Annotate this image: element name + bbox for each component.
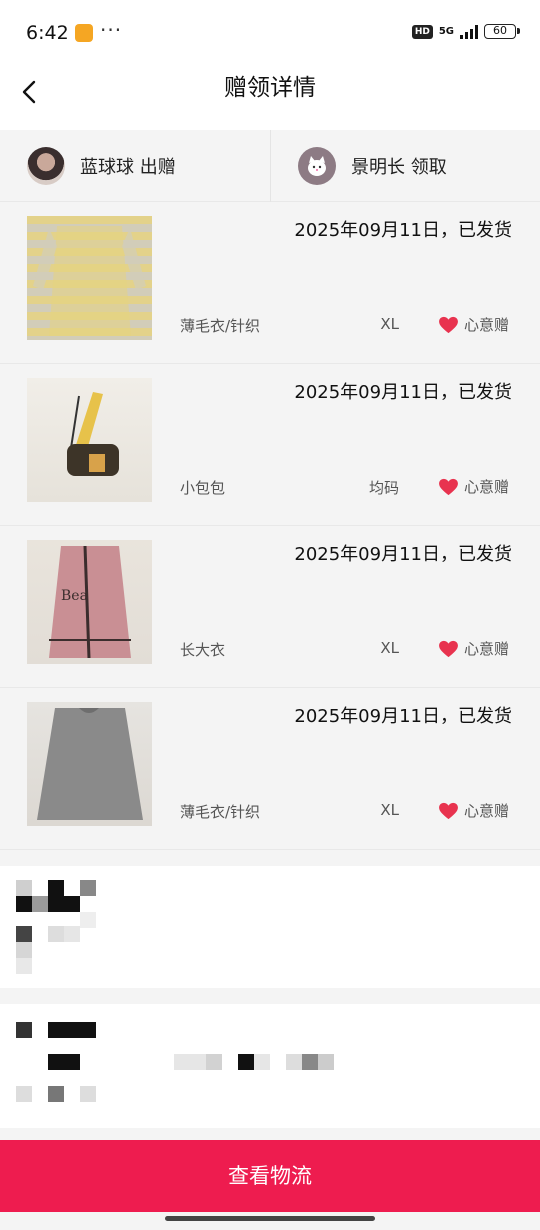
gift-item[interactable]: 2025年09月11日，已发货 薄毛衣/针织 XL 心意赠 [0,202,540,364]
gift-item[interactable]: Bea 2025年09月11日，已发货 长大衣 XL 心意赠 [0,526,540,688]
item-size: XL [380,315,399,333]
giver-info[interactable]: 蓝球球 出赠 [27,130,176,202]
cat-avatar-icon [308,156,326,176]
gift-parties: 蓝球球 出赠 景明长 领取 [0,130,540,202]
item-size: XL [380,801,399,819]
status-bar: 6:42 ··· HD 5G 60 [0,0,540,62]
item-photo: Bea [27,540,152,664]
heart-icon [439,316,458,333]
gift-type-label: 心意赠 [463,478,509,496]
gift-type-label: 心意赠 [463,640,509,658]
item-category: 薄毛衣/针织 [180,803,261,821]
item-category: 长大衣 [180,641,226,659]
item-category: 小包包 [180,479,226,497]
receiver-avatar [298,147,336,185]
item-status-date: 2025年09月11日，已发货 [294,220,512,241]
nav-bar: 赠领详情 [0,62,540,130]
page-title: 赠领详情 [224,75,316,101]
item-photo [27,702,152,826]
view-logistics-button[interactable]: 查看物流 [0,1140,540,1212]
battery-icon: 60 [484,24,520,39]
item-photo [27,378,152,502]
more-notifications-icon: ··· [100,18,123,42]
item-size: XL [380,639,399,657]
gift-type-tag: 心意赠 [438,476,509,497]
status-indicators: HD 5G 60 [411,24,520,39]
item-status-date: 2025年09月11日，已发货 [294,706,512,727]
svg-text:Bea: Bea [61,588,88,604]
gift-detail-page: 6:42 ··· HD 5G 60 赠领详情 蓝球球 出赠 景明长 领取 202… [0,0,540,1230]
item-photo [27,216,152,340]
hd-badge: HD [411,24,433,39]
network-type: 5G [438,25,454,37]
gift-type-tag: 心意赠 [438,314,509,335]
giver-label: 蓝球球 出赠 [80,157,176,178]
signal-icon [460,24,478,39]
item-size: 均码 [368,479,399,497]
receiver-label: 景明长 领取 [351,157,447,178]
heart-icon [439,802,458,819]
heart-icon [439,640,458,657]
gift-type-tag: 心意赠 [438,638,509,659]
item-status-date: 2025年09月11日，已发货 [294,544,512,565]
gift-type-label: 心意赠 [463,316,509,334]
status-time: 6:42 [26,22,69,44]
gift-item-list: 2025年09月11日，已发货 薄毛衣/针织 XL 心意赠 2025年09月11… [0,202,540,850]
item-category: 薄毛衣/针织 [180,317,261,335]
gift-item[interactable]: 2025年09月11日，已发货 薄毛衣/针织 XL 心意赠 [0,688,540,850]
redacted-address-card [0,1004,540,1128]
gift-type-tag: 心意赠 [438,800,509,821]
home-indicator[interactable] [165,1216,375,1221]
divider [270,130,271,202]
redacted-address-card [0,866,540,988]
item-status-date: 2025年09月11日，已发货 [294,382,512,403]
app-notification-icon [75,24,93,42]
gift-type-label: 心意赠 [463,802,509,820]
giver-avatar [27,147,65,185]
heart-icon [439,478,458,495]
gift-item[interactable]: 2025年09月11日，已发货 小包包 均码 心意赠 [0,364,540,526]
receiver-info[interactable]: 景明长 领取 [298,130,447,202]
